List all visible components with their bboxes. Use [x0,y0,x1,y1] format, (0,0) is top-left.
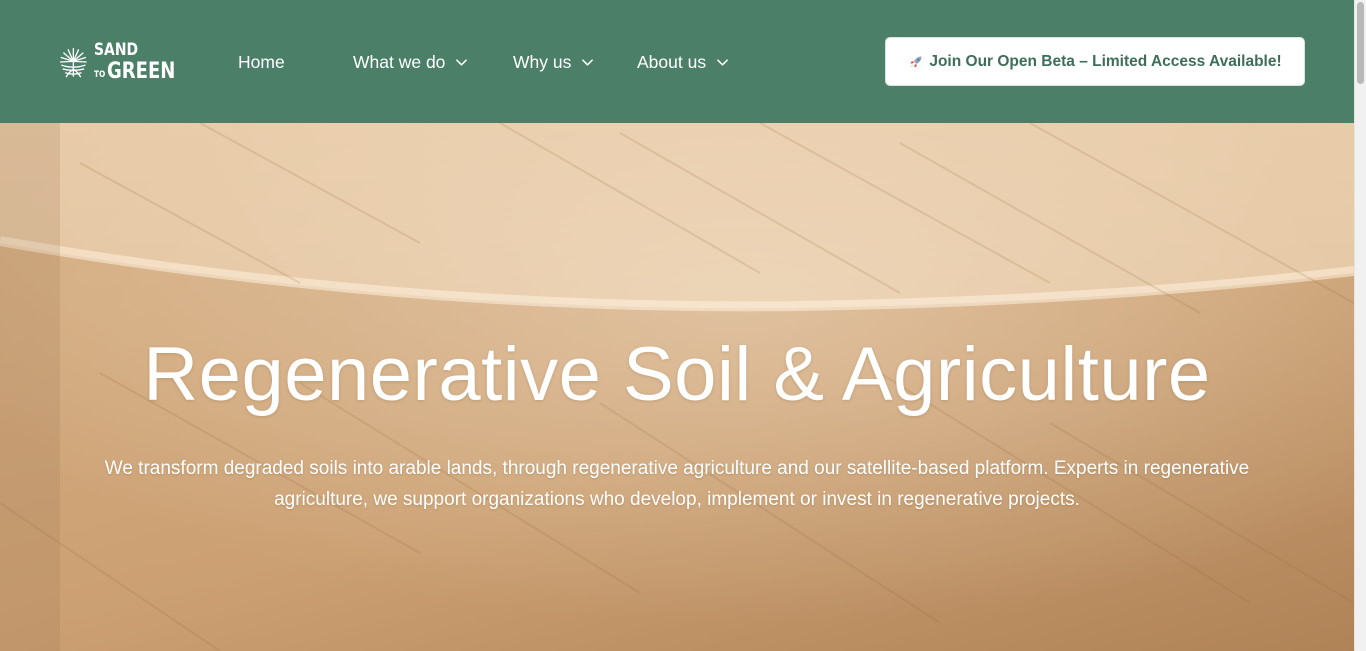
scrollbar-thumb[interactable] [1357,2,1364,84]
chevron-down-icon [717,58,728,66]
logo-word-to: TO [93,69,106,80]
hero-section: Regenerative Soil & Agriculture We trans… [0,123,1354,651]
hero-subtitle: We transform degraded soils into arable … [95,453,1259,515]
nav-item-home[interactable]: Home [238,50,285,74]
nav-item-label: Home [238,51,285,72]
hero-title: Regenerative Soil & Agriculture [143,332,1211,417]
tree-roots-icon [59,47,87,78]
hero-subtitle-line-2: agriculture, we support organizations wh… [274,489,1080,510]
rocket-icon [910,56,922,67]
nav-item-label: What we do [353,51,446,72]
site-logo[interactable]: SAND TO GREEN [58,36,193,88]
nav-item-label: Why us [513,51,572,72]
chevron-down-icon [456,58,468,66]
join-beta-label: Join Our Open Beta – Limited Access Avai… [929,52,1282,70]
nav-item-about-us[interactable]: About us [637,50,729,74]
nav-item-why-us[interactable]: Why us [513,50,594,74]
join-beta-button[interactable]: Join Our Open Beta – Limited Access Avai… [885,37,1305,86]
page: SAND TO GREEN Home What we do Why us Abo… [0,0,1366,651]
nav-item-label: About us [637,51,707,72]
logo-wordmark: SAND TO GREEN [93,39,176,84]
chevron-down-icon [582,58,594,66]
hero-subtitle-line-1: We transform degraded soils into arable … [104,458,1250,479]
vertical-scrollbar[interactable] [1354,0,1366,651]
logo-word-green: GREEN [106,58,176,84]
nav-item-what-we-do[interactable]: What we do [353,50,468,74]
logo-word-sand: SAND [93,39,138,60]
site-header: SAND TO GREEN Home What we do Why us Abo… [0,0,1354,123]
